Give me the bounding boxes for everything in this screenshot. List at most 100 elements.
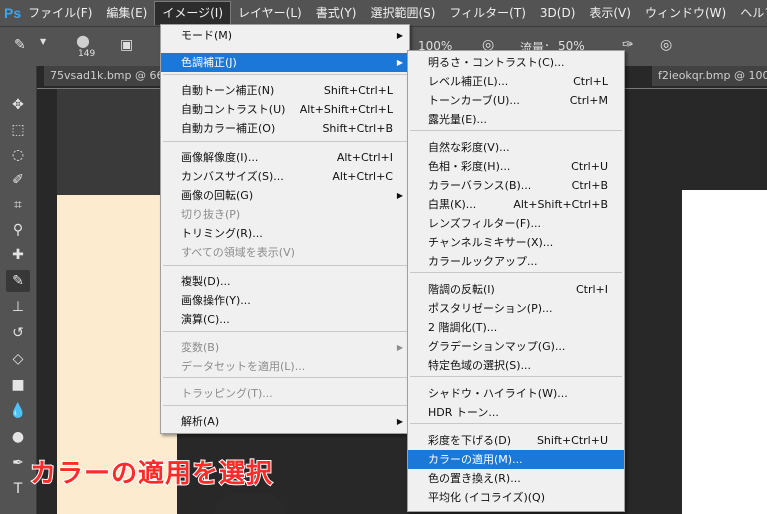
lasso-tool-icon[interactable]: ◌ [6, 144, 30, 166]
history-brush-tool-icon[interactable]: ↺ [6, 322, 30, 344]
adjust-menu-item-label: 露光量(E)... [428, 113, 488, 126]
image-menu-item[interactable]: データセットを適用(L)... [161, 357, 409, 376]
adjust-menu-item[interactable]: 色の置き換え(R)... [408, 469, 624, 488]
adjust-menu-item[interactable]: グラデーションマップ(G)... [408, 337, 624, 356]
annotation-caption: カラーの適用を選択 [29, 458, 274, 490]
image-menu-item[interactable]: 自動カラー補正(O) Shift+Ctrl+B [161, 119, 409, 138]
eraser-tool-icon[interactable]: ◇ [6, 348, 30, 370]
image-menu-item[interactable]: 画像の回転(G) ▶ [161, 186, 409, 205]
document-tab-right[interactable]: f2ieokqr.bmp @ 100 [652, 66, 767, 86]
image-menu-item[interactable]: 自動コントラスト(U) Alt+Shift+Ctrl+L [161, 100, 409, 119]
image-menu-item[interactable]: 変数(B) ▶ [161, 338, 409, 357]
adjust-menu-item[interactable]: 露光量(E)... [408, 110, 624, 129]
menu-3d[interactable]: 3D(D) [533, 1, 582, 25]
menu-separator [410, 376, 622, 377]
image-menu-item-label: 画像解像度(I)... [181, 151, 259, 164]
adjust-menu-item[interactable]: ポスタリゼーション(P)... [408, 299, 624, 318]
image-menu-item[interactable]: カンバスサイズ(S)... Alt+Ctrl+C [161, 167, 409, 186]
adjust-menu-item[interactable]: 特定色域の選択(S)... [408, 356, 624, 375]
adjust-menu-item[interactable]: レンズフィルター(F)... [408, 214, 624, 233]
image-menu-item[interactable]: 画像解像度(I)... Alt+Ctrl+I [161, 148, 409, 167]
menu-window[interactable]: ウィンドウ(W) [638, 1, 733, 25]
adjust-menu-item-shortcut: Ctrl+B [571, 179, 608, 192]
healing-brush-tool-icon[interactable]: ✚ [6, 244, 30, 266]
type-tool-icon[interactable]: T [6, 478, 30, 500]
crop-tool-icon[interactable]: ⌗ [6, 194, 30, 216]
adjust-menu-item-shortcut: Ctrl+I [575, 283, 608, 296]
menu-edit[interactable]: 編集(E) [99, 1, 154, 25]
image-menu-item[interactable]: 複製(D)... [161, 272, 409, 291]
image-menu-item[interactable]: すべての領域を表示(V) [161, 243, 409, 262]
menu-view[interactable]: 表示(V) [582, 1, 638, 25]
adjust-menu-item[interactable]: HDR トーン... [408, 403, 624, 422]
quick-select-tool-icon[interactable]: ✐ [6, 169, 30, 191]
dodge-tool-icon[interactable]: ● [6, 426, 30, 448]
image-menu-item-label: データセットを適用(L)... [181, 360, 306, 373]
menu-separator [410, 272, 622, 273]
adjust-menu-item[interactable]: 階調の反転(I) Ctrl+I [408, 280, 624, 299]
image-menu-item[interactable]: 解析(A) ▶ [161, 412, 409, 431]
document-canvas-right[interactable] [682, 190, 767, 514]
image-menu-item[interactable]: トラッピング(T)... [161, 384, 409, 403]
adjustments-submenu: 明るさ・コントラスト(C)... レベル補正(L)... Ctrl+L トーンカーブ(… [407, 50, 625, 512]
adjust-menu-item[interactable]: チャンネルミキサー(X)... [408, 233, 624, 252]
menu-image[interactable]: イメージ(I) [154, 1, 232, 25]
menu-layer[interactable]: レイヤー(L) [231, 1, 309, 25]
adjust-menu-item[interactable]: 自然な彩度(V)... [408, 138, 624, 157]
brush-preset-icon[interactable]: ● [76, 31, 90, 50]
adjust-menu-item[interactable]: トーンカーブ(U)... Ctrl+M [408, 91, 624, 110]
chevron-down-icon[interactable]: ▼ [40, 37, 46, 46]
menu-type[interactable]: 書式(Y) [309, 1, 364, 25]
document-tab-left[interactable]: 75vsad1k.bmp @ 66 [44, 66, 168, 86]
image-menu-item[interactable]: 切り抜き(P) [161, 205, 409, 224]
image-menu-item-shortcut: Alt+Ctrl+C [332, 170, 393, 183]
image-menu-item-shortcut: Shift+Ctrl+L [323, 84, 393, 97]
move-tool-icon[interactable]: ✥ [6, 94, 30, 116]
clone-stamp-tool-icon[interactable]: ⊥ [6, 296, 30, 318]
image-menu-item[interactable]: 自動トーン補正(N) Shift+Ctrl+L [161, 81, 409, 100]
image-menu-item[interactable]: 色調補正(J) ▶ [161, 53, 409, 72]
adjust-menu-item[interactable]: 彩度を下げる(D) Shift+Ctrl+U [408, 431, 624, 450]
menu-bar: Ps ファイル(F) 編集(E) イメージ(I) レイヤー(L) 書式(Y) 選… [0, 0, 767, 26]
image-menu-item-label: 色調補正(J) [181, 56, 237, 69]
menu-separator [410, 423, 622, 424]
adjust-menu-item[interactable]: 色相・彩度(H)... Ctrl+U [408, 157, 624, 176]
menu-separator [163, 74, 407, 75]
image-menu-item-label: 画像操作(Y)... [181, 294, 251, 307]
brush-panel-icon[interactable]: ▣ [120, 37, 133, 53]
adjust-menu-item-label: レベル補正(L)... [428, 75, 509, 88]
adjust-menu-item[interactable]: レベル補正(L)... Ctrl+L [408, 72, 624, 91]
adjust-menu-item-label: 2 階調化(T)... [428, 321, 498, 334]
marquee-tool-icon[interactable]: ⬚ [6, 119, 30, 141]
pen-tool-icon[interactable]: ✒ [6, 452, 30, 474]
adjust-menu-item[interactable]: シャドウ・ハイライト(W)... [408, 384, 624, 403]
adjust-menu-item-label: HDR トーン... [428, 406, 499, 419]
tools-panel: ✥ ⬚ ◌ ✐ ⌗ ⚲ ✚ ✎ ⊥ ↺ ◇ ■ 💧 ● ✒ T [0, 66, 37, 514]
adjust-menu-item[interactable]: カラーバランス(B)... Ctrl+B [408, 176, 624, 195]
adjust-menu-item[interactable]: 2 階調化(T)... [408, 318, 624, 337]
submenu-arrow-icon: ▶ [396, 343, 403, 352]
image-menu-item[interactable]: モード(M) ▶ [161, 26, 409, 45]
eyedropper-tool-icon[interactable]: ⚲ [6, 219, 30, 241]
adjust-menu-item[interactable]: 白黒(K)... Alt+Shift+Ctrl+B [408, 195, 624, 214]
image-menu-item[interactable]: 演算(C)... [161, 310, 409, 329]
image-menu-item[interactable]: トリミング(R)... [161, 224, 409, 243]
blur-tool-icon[interactable]: 💧 [6, 400, 30, 422]
menu-file[interactable]: ファイル(F) [21, 1, 99, 25]
image-menu-item-label: 画像の回転(G) [181, 189, 254, 202]
image-menu-item[interactable]: 画像操作(Y)... [161, 291, 409, 310]
gradient-tool-icon[interactable]: ■ [6, 374, 30, 396]
adjust-menu-item[interactable]: 平均化 (イコライズ)(Q) [408, 488, 624, 507]
brush-tool-icon[interactable]: ✎ [6, 270, 30, 292]
adjust-menu-item-label: カラールックアップ... [428, 255, 538, 268]
menu-help[interactable]: ヘルプ(H) [733, 1, 767, 25]
pressure-size-icon[interactable]: ◎ [660, 37, 672, 53]
adjust-menu-item[interactable]: カラールックアップ... [408, 252, 624, 271]
adjust-menu-item[interactable]: 明るさ・コントラスト(C)... [408, 53, 624, 72]
menu-filter[interactable]: フィルター(T) [442, 1, 532, 25]
menu-select[interactable]: 選択範囲(S) [363, 1, 442, 25]
brush-icon[interactable]: ✎ [14, 37, 26, 53]
image-menu-item-label: 切り抜き(P) [181, 208, 241, 221]
image-menu-item-label: トリミング(R)... [181, 227, 263, 240]
adjust-menu-item[interactable]: カラーの適用(M)... [408, 450, 624, 469]
